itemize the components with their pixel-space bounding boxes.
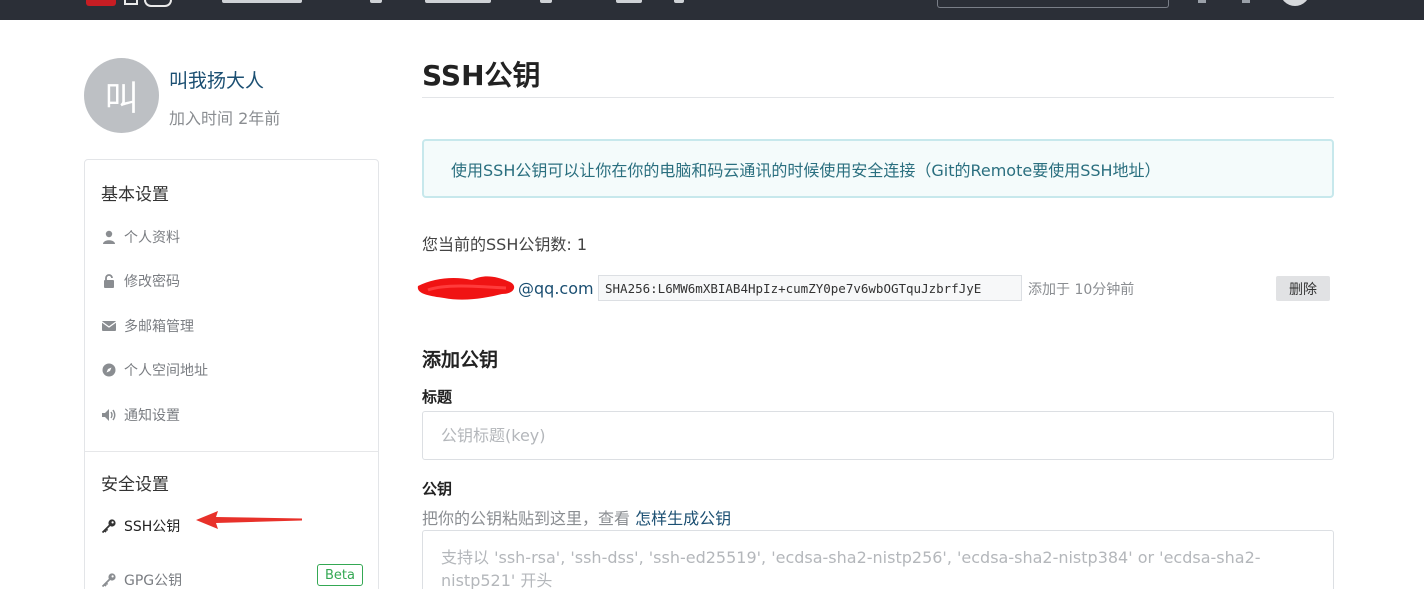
redaction-scribble-icon [417, 276, 515, 300]
sidebar-item-label: 通知设置 [124, 408, 180, 424]
ssh-key-count: 您当前的SSH公钥数: 1 [422, 235, 588, 254]
sidebar-item-label: GPG公钥 [124, 573, 183, 589]
user-avatar-menu[interactable] [1280, 0, 1310, 6]
sidebar-item-profile[interactable]: 个人资料 [101, 226, 180, 248]
how-to-generate-key-link[interactable]: 怎样生成公钥 [635, 509, 731, 528]
sidebar-item-ssh-keys[interactable]: SSH公钥 [101, 515, 180, 537]
username-link[interactable]: 叫我扬大人 [169, 66, 264, 93]
envelope-icon [101, 318, 117, 334]
sidebar-item-label: 个人资料 [124, 230, 180, 246]
public-key-textarea[interactable] [422, 530, 1334, 589]
nav-item[interactable] [540, 0, 552, 3]
security-settings-title: 安全设置 [101, 475, 169, 495]
title-divider [422, 97, 1334, 98]
add-key-title: 添加公钥 [422, 349, 499, 371]
key-added-time: 添加于 10分钟前 [1028, 282, 1135, 298]
brand-logo[interactable] [86, 0, 186, 8]
annotation-arrow-icon [196, 511, 302, 529]
bell-icon[interactable] [1198, 0, 1206, 3]
sidebar-item-label: 多邮箱管理 [124, 319, 194, 335]
key-field-label: 公钥 [422, 480, 453, 498]
key-icon [101, 518, 117, 534]
nav-item[interactable] [674, 0, 684, 3]
helper-prefix: 把你的公钥粘贴到这里，查看 [422, 509, 636, 528]
nav-item[interactable] [370, 0, 382, 3]
profile-card: 叫 叫我扬大人 加入时间 2年前 [84, 58, 384, 138]
sidebar-item-emails[interactable]: 多邮箱管理 [101, 315, 194, 337]
sidebar-divider [85, 451, 378, 452]
page-title: SSH公钥 [422, 59, 541, 92]
key-fingerprint: SHA256:L6MW6mXBIAB4HpIz+cumZY0pe7v6wbOGT… [598, 275, 1022, 301]
basic-settings-title: 基本设置 [101, 185, 169, 205]
user-icon [101, 229, 117, 245]
delete-key-button[interactable]: 删除 [1276, 276, 1330, 301]
compass-icon [101, 362, 117, 378]
ssh-key-row: @qq.com SHA256:L6MW6mXBIAB4HpIz+cumZY0pe… [414, 270, 1334, 308]
speaker-icon [101, 407, 117, 423]
sidebar-item-label: 修改密码 [124, 274, 180, 290]
nav-item[interactable] [616, 0, 642, 3]
sidebar-item-password[interactable]: 修改密码 [101, 270, 180, 292]
search-input[interactable] [937, 0, 1169, 8]
key-icon [101, 572, 117, 588]
avatar[interactable]: 叫 [84, 58, 159, 133]
beta-badge: Beta [317, 564, 363, 586]
key-helper-text: 把你的公钥粘贴到这里，查看 怎样生成公钥 [422, 505, 731, 529]
sidebar-item-label: 个人空间地址 [124, 363, 208, 379]
key-email: @qq.com [518, 279, 594, 298]
top-navbar [0, 0, 1424, 20]
sidebar-item-label: SSH公钥 [124, 519, 181, 535]
ssh-info-alert: 使用SSH公钥可以让你在你的电脑和码云通讯的时候使用安全连接（Git的Remot… [422, 139, 1334, 198]
sidebar-item-gpg-keys[interactable]: GPG公钥 [101, 569, 182, 589]
nav-item[interactable] [425, 0, 491, 3]
sidebar-item-notifications[interactable]: 通知设置 [101, 404, 180, 426]
nav-item[interactable] [222, 0, 302, 3]
plus-icon[interactable] [1242, 0, 1250, 3]
title-field-label: 标题 [422, 388, 453, 406]
lock-icon [101, 273, 117, 289]
joined-time: 加入时间 2年前 [169, 109, 281, 128]
sidebar-item-space-address[interactable]: 个人空间地址 [101, 359, 208, 381]
key-title-input[interactable] [422, 411, 1334, 460]
info-text: 使用SSH公钥可以让你在你的电脑和码云通讯的时候使用安全连接（Git的Remot… [451, 160, 1161, 180]
